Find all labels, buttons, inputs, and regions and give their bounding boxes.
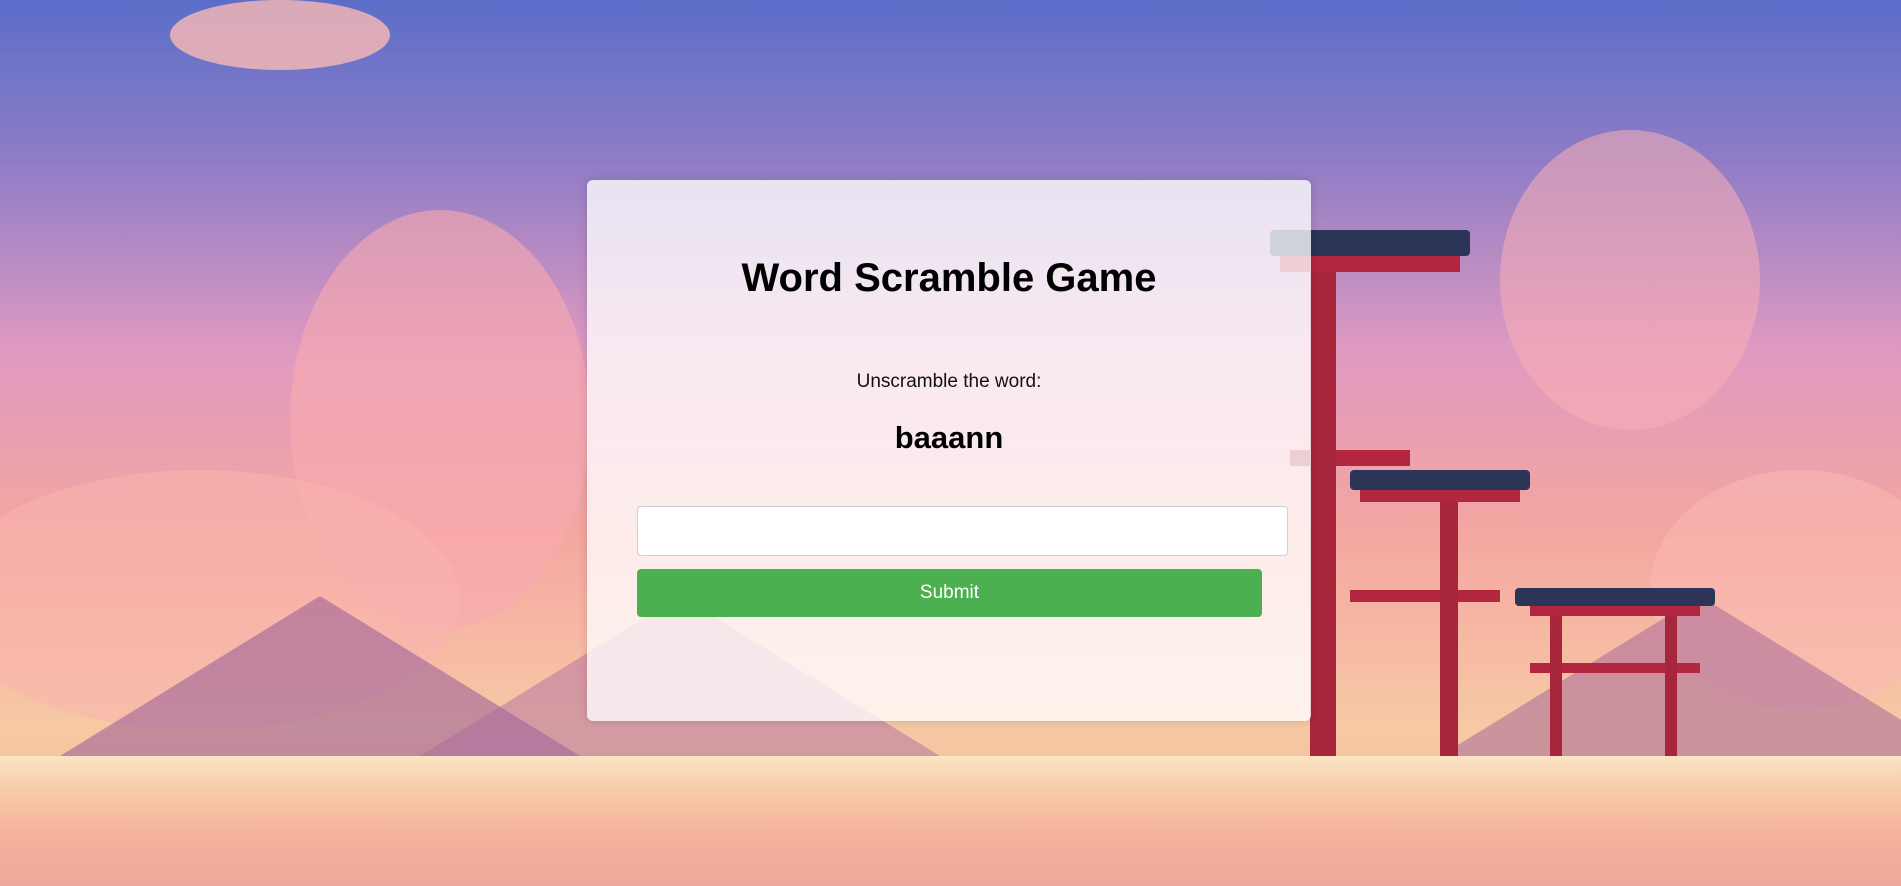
cloud-right [1500,130,1760,430]
game-title: Word Scramble Game [741,256,1157,300]
game-card: Word Scramble Game Unscramble the word: … [587,180,1311,721]
torii-gate-medium [1350,470,1530,800]
water-reflection [0,756,1901,886]
scrambled-word: baaann [894,420,1004,455]
answer-input[interactable] [637,506,1288,556]
submit-button[interactable]: Submit [637,569,1262,617]
cloud-top-left [170,0,390,70]
unscramble-prompt: Unscramble the word: [856,371,1042,392]
